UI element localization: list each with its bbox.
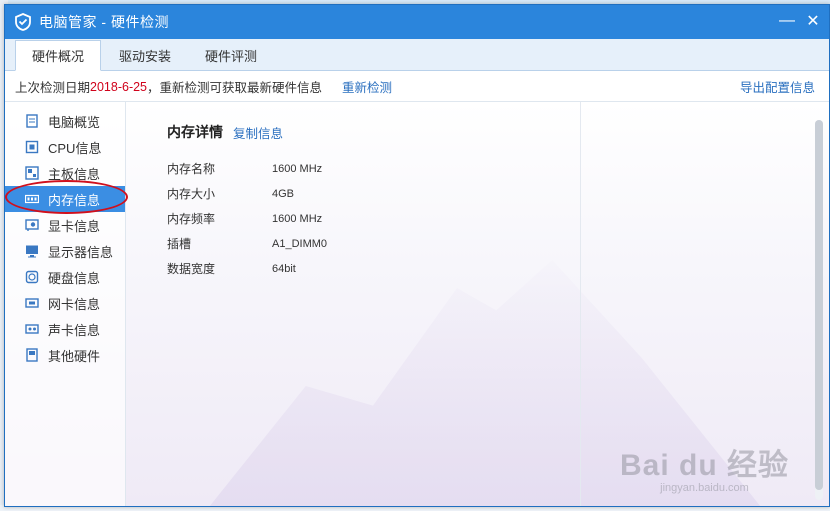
detail-key: 内存名称 bbox=[167, 162, 216, 176]
scrollbar-thumb[interactable] bbox=[815, 120, 823, 490]
sidebar-item-label: 显示器信息 bbox=[48, 244, 114, 260]
baidu-watermark: Bai du 经验 jingyan.baidu.com bbox=[620, 440, 789, 494]
sidebar-item-label: 硬盘信息 bbox=[48, 270, 101, 286]
other-hardware-icon bbox=[25, 348, 39, 362]
sidebar-item-other-hardware[interactable]: 其他硬件 bbox=[5, 342, 125, 368]
recheck-link[interactable]: 重新检测 bbox=[342, 77, 392, 96]
vertical-scrollbar[interactable] bbox=[815, 120, 823, 500]
sidebar-item-label: 主板信息 bbox=[48, 166, 101, 182]
tab-hardware-overview[interactable]: 硬件概况 bbox=[15, 40, 102, 71]
details-heading: 内存详情 bbox=[167, 124, 223, 140]
sidebar-item-label: 其他硬件 bbox=[48, 348, 101, 364]
memory-details-panel: 内存详情 复制信息 内存名称 1600 MHz 内存大小 4GB 内存频率 16… bbox=[167, 122, 327, 281]
memory-icon bbox=[25, 192, 39, 206]
detail-row: 内存频率 1600 MHz bbox=[167, 206, 327, 231]
sidebar-item-harddisk[interactable]: 硬盘信息 bbox=[5, 264, 125, 290]
last-check-info-bar: 上次检测日期 2018-6-25 ，重新检测可获取最新硬件信息 重新检测 导出配… bbox=[5, 72, 829, 102]
sidebar-item-sound-card[interactable]: 声卡信息 bbox=[5, 316, 125, 342]
sidebar-item-label: 内存信息 bbox=[48, 192, 101, 208]
sidebar-item-cpu[interactable]: CPU信息 bbox=[5, 134, 125, 160]
cpu-icon bbox=[25, 140, 39, 154]
detail-value: 64bit bbox=[272, 262, 296, 275]
sidebar-item-motherboard[interactable]: 主板信息 bbox=[5, 160, 125, 186]
copy-info-link[interactable]: 复制信息 bbox=[233, 123, 283, 142]
right-panel-divider bbox=[580, 102, 581, 506]
sound-card-icon bbox=[25, 322, 39, 336]
content-area: 电脑概览 CPU信息 主板信息 内存信息 显卡信息 显示器信息 硬盘信息 网卡信… bbox=[5, 102, 829, 506]
detail-key: 内存频率 bbox=[167, 212, 216, 226]
sidebar-item-label: 显卡信息 bbox=[48, 218, 101, 234]
last-check-date: 2018-6-25 bbox=[90, 79, 148, 94]
sidebar-item-monitor[interactable]: 显示器信息 bbox=[5, 238, 125, 264]
monitor-icon bbox=[25, 244, 39, 258]
tab-hardware-benchmark[interactable]: 硬件评测 bbox=[189, 40, 273, 70]
detail-value: 4GB bbox=[272, 187, 295, 200]
minimize-button[interactable]: — bbox=[777, 11, 797, 31]
detail-key: 内存大小 bbox=[167, 187, 216, 201]
sidebar-item-graphics-card[interactable]: 显卡信息 bbox=[5, 212, 125, 238]
detail-value: 1600 MHz bbox=[272, 212, 323, 225]
detail-row: 内存大小 4GB bbox=[167, 181, 327, 206]
watermark-brand: Bai du 经验 bbox=[619, 449, 789, 482]
harddisk-icon bbox=[25, 270, 39, 284]
sidebar-item-label: 网卡信息 bbox=[48, 296, 101, 312]
last-check-suffix: ，重新检测可获取最新硬件信息 bbox=[147, 81, 323, 95]
tab-bar: 硬件概况 驱动安装 硬件评测 bbox=[5, 39, 829, 71]
sidebar-item-label: CPU信息 bbox=[48, 140, 102, 156]
detail-key: 数据宽度 bbox=[167, 262, 216, 276]
detail-row: 插槽 A1_DIMM0 bbox=[167, 231, 327, 256]
hardware-detection-window: 电脑管家 - 硬件检测 — ✕ 硬件概况 驱动安装 硬件评测 上次检测日期 20… bbox=[4, 4, 830, 507]
graphics-card-icon bbox=[25, 218, 39, 232]
export-config-link[interactable]: 导出配置信息 bbox=[740, 77, 815, 96]
title-bar[interactable]: 电脑管家 - 硬件检测 — ✕ bbox=[5, 5, 829, 39]
detail-value: A1_DIMM0 bbox=[272, 237, 328, 250]
hardware-sidebar: 电脑概览 CPU信息 主板信息 内存信息 显卡信息 显示器信息 硬盘信息 网卡信… bbox=[5, 102, 128, 506]
last-check-prefix: 上次检测日期 bbox=[15, 81, 91, 95]
detail-value: 1600 MHz bbox=[272, 162, 323, 175]
detail-key: 插槽 bbox=[167, 237, 192, 251]
detail-row: 内存名称 1600 MHz bbox=[167, 156, 327, 181]
shield-logo-icon bbox=[13, 12, 33, 32]
network-card-icon bbox=[25, 296, 39, 310]
window-title: 电脑管家 - 硬件检测 bbox=[39, 14, 169, 30]
overview-icon bbox=[25, 114, 39, 128]
tab-driver-install[interactable]: 驱动安装 bbox=[103, 40, 187, 70]
sidebar-item-label: 声卡信息 bbox=[48, 322, 101, 338]
sidebar-item-label: 电脑概览 bbox=[48, 114, 101, 130]
sidebar-item-memory[interactable]: 内存信息 bbox=[5, 186, 125, 212]
sidebar-item-overview[interactable]: 电脑概览 bbox=[5, 108, 125, 134]
detail-row: 数据宽度 64bit bbox=[167, 256, 327, 281]
motherboard-icon bbox=[25, 166, 39, 180]
sidebar-item-network-card[interactable]: 网卡信息 bbox=[5, 290, 125, 316]
close-button[interactable]: ✕ bbox=[803, 11, 823, 31]
